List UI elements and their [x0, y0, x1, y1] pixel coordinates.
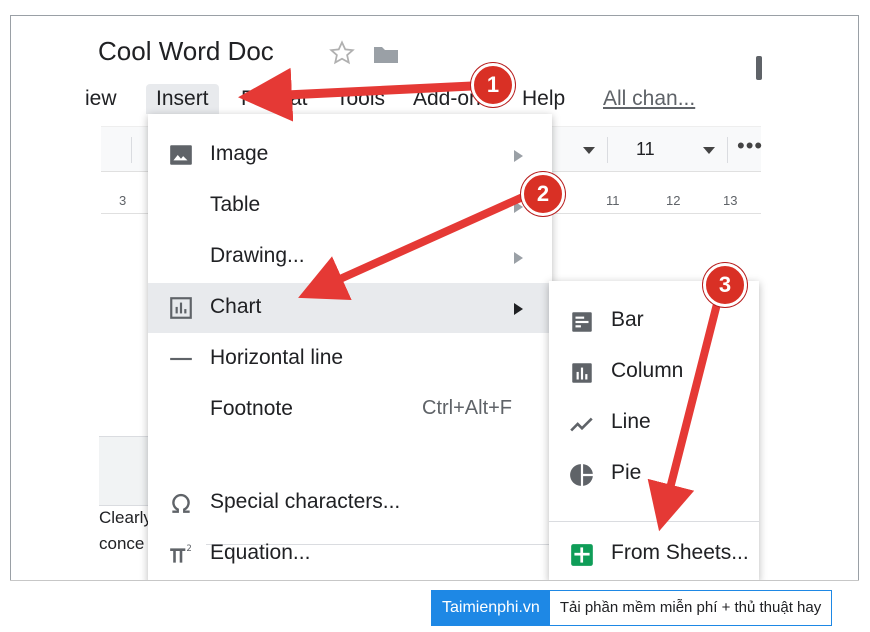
- menu-tools[interactable]: Tools: [336, 84, 385, 114]
- pie-chart-icon: [570, 464, 593, 486]
- menu-item-label: Image: [210, 142, 269, 165]
- menu-help[interactable]: Help: [522, 84, 565, 114]
- ruler-mark: 11: [606, 193, 620, 208]
- submenu-item-label: Column: [611, 359, 684, 382]
- menu-insert[interactable]: Insert: [146, 84, 219, 114]
- toolbar-separator: [131, 137, 132, 163]
- submenu-divider: [549, 521, 759, 522]
- watermark: Taimienphi.vn Tải phần mềm miễn phí + th…: [431, 590, 833, 626]
- menu-view[interactable]: iew: [85, 84, 117, 114]
- submenu-item-label: From Sheets...: [611, 541, 749, 564]
- sheets-icon: [571, 544, 593, 566]
- menu-item-equation[interactable]: 2 Equation...: [148, 529, 552, 579]
- chart-submenu: Bar Column Line Pie From Sheets...: [549, 281, 759, 580]
- document-text-line[interactable]: Clearly: [99, 508, 152, 528]
- menu-item-chart[interactable]: Chart: [148, 283, 552, 333]
- submenu-arrow-icon: [514, 150, 523, 162]
- bar-chart-icon: [572, 312, 592, 332]
- menu-item-label: Special characters...: [210, 490, 401, 513]
- menu-item-drawing[interactable]: Drawing...: [148, 232, 552, 282]
- menu-bar: iew Insert Format Tools Add-ons Help All…: [11, 78, 858, 114]
- menu-item-horizontal-line[interactable]: Horizontal line: [148, 334, 552, 384]
- footnote-shortcut: Ctrl+Alt+F: [422, 397, 513, 419]
- step-badge-1: 1: [471, 63, 515, 107]
- star-icon[interactable]: [327, 38, 357, 68]
- menu-item-label: Drawing...: [210, 244, 305, 267]
- share-button-edge[interactable]: [756, 56, 762, 80]
- image-icon: [170, 145, 192, 165]
- document-text-line[interactable]: conce: [99, 534, 144, 554]
- menu-item-label: Chart: [210, 295, 262, 318]
- last-edit-link[interactable]: All chan...: [603, 84, 695, 114]
- submenu-item-line[interactable]: Line: [549, 398, 759, 448]
- submenu-arrow-icon: [514, 303, 523, 315]
- submenu-item-pie[interactable]: Pie: [549, 449, 759, 499]
- submenu-item-column[interactable]: Column: [549, 347, 759, 397]
- watermark-slogan: Tải phần mềm miễn phí + thủ thuật hay: [549, 591, 832, 625]
- folder-icon[interactable]: [373, 44, 399, 64]
- step-badge-3: 3: [703, 263, 747, 307]
- font-dropdown-caret[interactable]: [583, 147, 595, 154]
- menu-item-label: Footnote: [210, 397, 293, 420]
- menu-item-table[interactable]: Table: [148, 181, 552, 231]
- watermark-brand: Taimienphi.vn: [432, 591, 550, 625]
- horizontal-line-icon: [170, 357, 192, 361]
- menu-item-label: Equation...: [210, 541, 311, 564]
- font-size-caret[interactable]: [703, 147, 715, 154]
- omega-icon: [172, 493, 190, 513]
- ruler-mark: 3: [119, 193, 127, 208]
- submenu-item-label: Pie: [611, 461, 642, 484]
- frame-bottom-border: [10, 580, 859, 581]
- more-options-button[interactable]: •••: [737, 133, 763, 159]
- menu-format[interactable]: Format: [241, 84, 308, 114]
- insert-menu: Image Table Drawing... Chart Horizontal …: [148, 114, 552, 580]
- toolbar-separator: [727, 137, 728, 163]
- menu-item-footnote[interactable]: Footnote Ctrl+Alt+F: [148, 385, 552, 435]
- ruler-mark: 12: [666, 193, 681, 208]
- pi-icon: 2: [170, 544, 192, 563]
- chart-icon: [170, 297, 192, 319]
- submenu-arrow-icon: [514, 201, 523, 213]
- toolbar-separator: [607, 137, 608, 163]
- submenu-arrow-icon: [514, 252, 523, 264]
- svg-text:2: 2: [186, 544, 192, 554]
- document-title[interactable]: Cool Word Doc: [98, 36, 274, 67]
- submenu-item-label: Bar: [611, 308, 644, 331]
- ruler-mark: 13: [723, 193, 738, 208]
- line-chart-icon: [570, 417, 593, 432]
- column-chart-icon: [572, 363, 592, 383]
- menu-item-image[interactable]: Image: [148, 130, 552, 180]
- submenu-item-from-sheets[interactable]: From Sheets...: [549, 529, 759, 579]
- menu-item-special-characters[interactable]: Special characters...: [148, 478, 552, 528]
- step-badge-2: 2: [521, 172, 565, 216]
- font-size-field[interactable]: 11: [636, 139, 655, 160]
- submenu-item-label: Line: [611, 410, 651, 433]
- menu-item-label: Horizontal line: [210, 346, 344, 369]
- menu-item-label: Table: [210, 193, 261, 216]
